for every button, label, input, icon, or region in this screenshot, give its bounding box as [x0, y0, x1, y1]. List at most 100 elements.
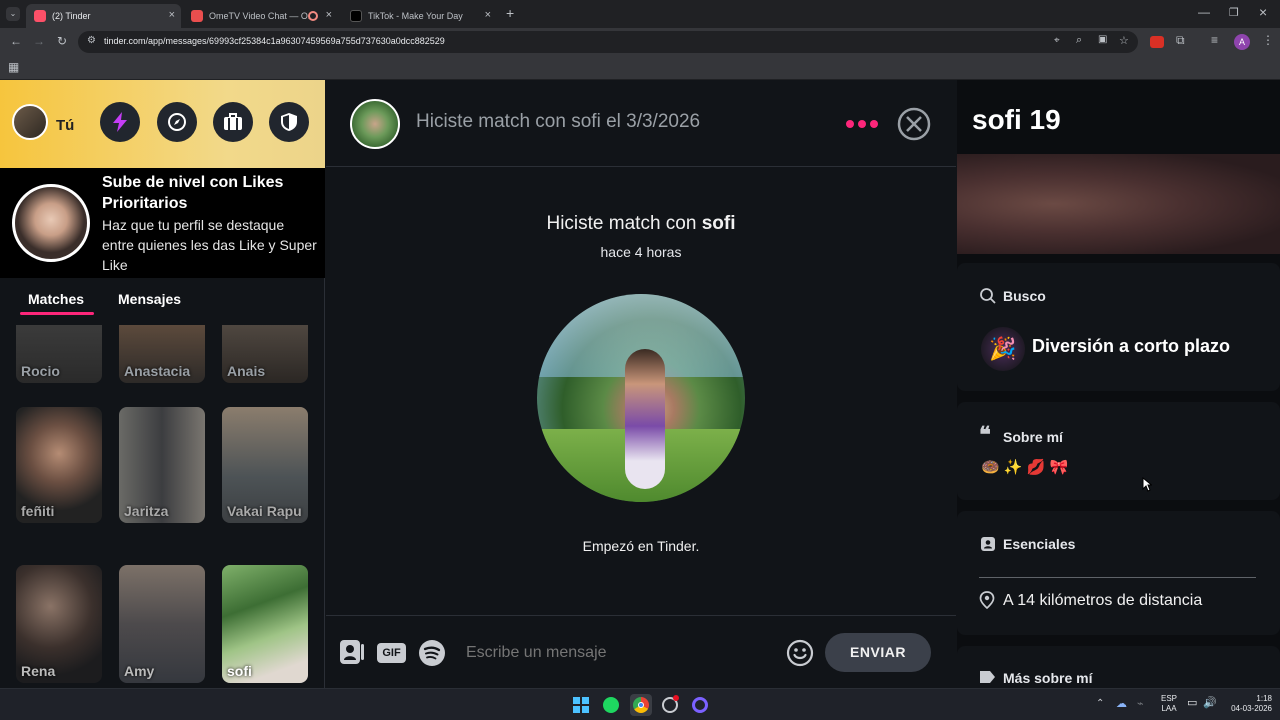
profile-avatar[interactable]: A	[1234, 34, 1250, 50]
close-window-icon[interactable]: ×	[1259, 4, 1267, 20]
profile-panel: sofi 19 Busco 🎉 Diversión a corto plazo …	[957, 80, 1280, 688]
lightning-icon	[113, 112, 127, 132]
language-indicator[interactable]: ESP LAA	[1161, 694, 1177, 714]
tray-network-icon[interactable]: ⌁	[1137, 697, 1144, 710]
match-prefix: Hiciste match con	[546, 213, 702, 234]
match-card-jaritza[interactable]: Jaritza	[119, 407, 205, 523]
apps-grid-icon[interactable]: ▦	[8, 60, 19, 74]
location-icon[interactable]: ⌖	[1054, 35, 1060, 46]
tag-icon	[980, 671, 995, 683]
mouse-cursor-icon	[1142, 477, 1152, 492]
tab-title: (2) Tinder	[52, 11, 91, 21]
adblock-icon[interactable]	[1150, 36, 1164, 48]
message-input[interactable]	[466, 634, 766, 672]
back-icon[interactable]: ←	[10, 34, 22, 48]
contact-card-button[interactable]	[338, 638, 366, 666]
gif-button[interactable]: GIF	[377, 643, 406, 663]
user-avatar[interactable]	[12, 104, 48, 140]
bookmark-star-icon[interactable]: ☆	[1119, 34, 1129, 47]
site-info-icon[interactable]: ⚙	[87, 35, 96, 46]
close-tab-icon[interactable]: ×	[485, 9, 491, 21]
clock[interactable]: 1:18 04-03-2026	[1222, 694, 1272, 714]
browser-menu-icon[interactable]: ⋮	[1262, 33, 1274, 47]
chat-panel: Hiciste match con sofi el 3/3/2026 Hicis…	[326, 80, 956, 688]
user-label[interactable]: Tú	[56, 117, 74, 134]
minimize-window-icon[interactable]: —	[1198, 5, 1210, 19]
more-options-icon[interactable]	[846, 120, 878, 128]
match-card-feniti[interactable]: feñiti	[16, 407, 102, 523]
more-about-card: Más sobre mí	[957, 646, 1280, 688]
bookmarks-bar: ▦	[0, 56, 1280, 80]
close-tab-icon[interactable]: ×	[169, 9, 175, 21]
explore-button[interactable]	[157, 102, 197, 142]
emoji-button[interactable]	[786, 639, 814, 667]
match-photo[interactable]	[537, 294, 745, 502]
chat-header-title: Hiciste match con sofi el 3/3/2026	[416, 111, 701, 132]
tiktok-favicon-icon	[350, 10, 362, 22]
url-text: tinder.com/app/messages/69993cf25384c1a9…	[104, 36, 445, 46]
restore-window-icon[interactable]: ❐	[1229, 6, 1239, 19]
contact-card-icon	[340, 640, 364, 664]
match-avatar-small[interactable]	[350, 99, 400, 149]
search-icon	[980, 288, 996, 304]
chat-header: Hiciste match con sofi el 3/3/2026	[326, 80, 956, 167]
message-composer: GIF ENVIAR	[326, 615, 956, 688]
tray-chevron-icon[interactable]: ⌃	[1096, 698, 1104, 709]
id-card-icon	[981, 537, 995, 551]
match-card-amy[interactable]: Amy	[119, 565, 205, 683]
essentials-card: Esenciales A 14 kilómetros de distancia	[957, 511, 1280, 635]
browser-tab-ometv[interactable]: OmeTV Video Chat — Ome ×	[183, 4, 338, 28]
browser-tab-tinder[interactable]: (2) Tinder ×	[26, 4, 181, 28]
quote-icon: ❝	[979, 422, 991, 448]
compass-icon	[168, 113, 186, 131]
work-button[interactable]	[213, 102, 253, 142]
new-tab-button[interactable]: +	[506, 5, 514, 21]
zoom-icon[interactable]: ⌕	[1076, 34, 1082, 47]
about-emojis: 🍩 ✨ 💋 🎀	[981, 459, 1069, 476]
close-circle-icon	[897, 107, 931, 141]
match-card-anais[interactable]: Anais	[222, 325, 308, 383]
match-card-rocio[interactable]: Rocio	[16, 325, 102, 383]
match-card-vakai-rapu[interactable]: Vakai Rapu	[222, 407, 308, 523]
tab-title: OmeTV Video Chat — Ome	[209, 11, 309, 21]
tab-matches[interactable]: Matches	[28, 291, 84, 307]
close-chat-button[interactable]	[897, 107, 931, 141]
close-tab-icon[interactable]: ×	[326, 9, 332, 21]
media-control-icon[interactable]: ≡	[1211, 33, 1218, 47]
reload-icon[interactable]: ↻	[57, 34, 67, 48]
profile-name-age: sofi 19	[972, 104, 1061, 135]
profile-photo[interactable]	[957, 154, 1280, 254]
spotify-button[interactable]	[418, 639, 446, 667]
tab-search-button[interactable]: ⌄	[6, 7, 20, 21]
tray-app-icon[interactable]: ☁	[1116, 697, 1127, 710]
location-pin-icon	[979, 591, 995, 609]
promo-avatar	[12, 184, 90, 262]
volume-icon[interactable]: 🔊	[1203, 696, 1217, 709]
match-card-sofi[interactable]: sofi	[222, 565, 308, 683]
chrome-taskbar-icon[interactable]	[630, 694, 652, 716]
match-card-rena[interactable]: Rena	[16, 565, 102, 683]
tinder-favicon-icon	[34, 10, 46, 22]
promo-text: Haz que tu perfil se destaque entre quie…	[102, 217, 317, 273]
emoji-icon	[786, 639, 814, 667]
extensions-icon[interactable]: ⧉	[1176, 33, 1185, 48]
safety-button[interactable]	[269, 102, 309, 142]
install-app-icon[interactable]: ▣	[1098, 34, 1107, 45]
display-icon[interactable]: ▭	[1187, 696, 1197, 709]
boost-button[interactable]	[100, 102, 140, 142]
address-bar[interactable]: ⚙ tinder.com/app/messages/69993cf25384c1…	[78, 31, 1138, 53]
spotify-icon	[419, 640, 445, 666]
photo-figure	[625, 349, 665, 489]
app-taskbar-icon[interactable]	[692, 697, 708, 713]
windows-start-icon[interactable]	[573, 697, 589, 713]
recording-icon	[308, 11, 318, 21]
tab-messages[interactable]: Mensajes	[118, 291, 181, 307]
windows-taskbar: ⌃ ☁ ⌁ ESP LAA ▭ 🔊 1:18 04-03-2026	[0, 688, 1280, 720]
send-button[interactable]: ENVIAR	[825, 633, 931, 672]
match-card-anastacia[interactable]: Anastacia	[119, 325, 205, 383]
browser-tab-tiktok[interactable]: TikTok - Make Your Day ×	[342, 4, 497, 28]
spotify-taskbar-icon[interactable]	[603, 697, 619, 713]
forward-icon[interactable]: →	[33, 34, 45, 48]
promo-title: Sube de nivel con Likes Prioritarios	[102, 174, 284, 212]
likes-promo-banner[interactable]: Sube de nivel con Likes Prioritarios Haz…	[0, 168, 325, 278]
